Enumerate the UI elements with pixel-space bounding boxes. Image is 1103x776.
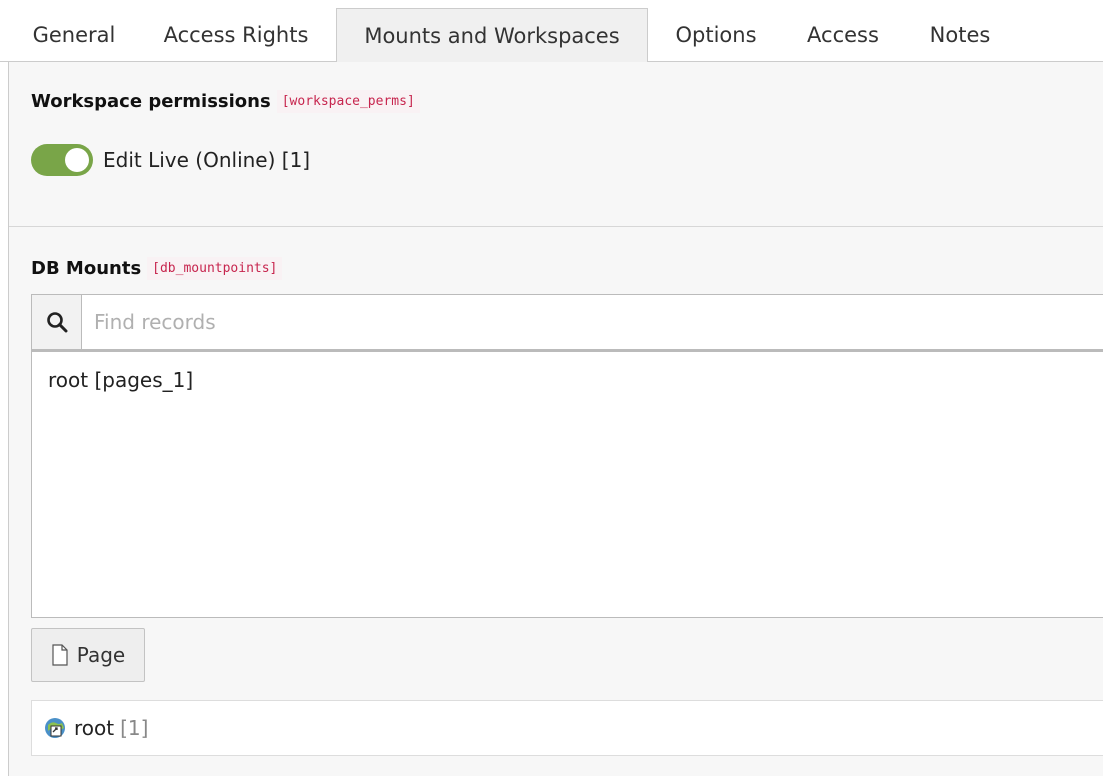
search-button[interactable]: [32, 295, 82, 349]
page-root-icon: [44, 717, 66, 739]
record-uid: [1]: [120, 716, 149, 740]
workspace-permissions-label: Workspace permissions [workspace_perms]: [31, 90, 420, 113]
db-mounts-label: DB Mounts [db_mountpoints]: [31, 257, 283, 280]
edit-live-toggle[interactable]: [31, 144, 93, 176]
db-mountpoints-field-code: [db_mountpoints]: [147, 257, 283, 280]
record-edit-form: General Access Rights Mounts and Workspa…: [0, 0, 1103, 776]
tab-mounts-and-workspaces[interactable]: Mounts and Workspaces: [336, 8, 648, 63]
tab-panel: Workspace permissions [workspace_perms] …: [8, 62, 1103, 776]
selected-mount-item[interactable]: root [pages_1]: [48, 368, 1087, 392]
tab-general[interactable]: General: [10, 8, 138, 62]
edit-live-toggle-row: Edit Live (Online) [1]: [31, 144, 310, 176]
add-page-button[interactable]: Page: [31, 628, 145, 682]
section-divider: [9, 226, 1103, 227]
db-mounts-title: DB Mounts: [31, 258, 142, 279]
tab-access-rights[interactable]: Access Rights: [148, 8, 324, 62]
workspace-perms-field-code: [workspace_perms]: [276, 90, 420, 113]
toggle-knob: [65, 148, 89, 172]
find-records-search: [31, 294, 1103, 350]
tab-options[interactable]: Options: [660, 8, 772, 62]
record-title: root: [74, 716, 115, 740]
selected-mounts-list[interactable]: root [pages_1]: [31, 350, 1103, 618]
find-records-input[interactable]: [82, 295, 1103, 349]
edit-live-label: Edit Live (Online) [1]: [103, 148, 311, 172]
document-icon: [51, 644, 69, 666]
page-button-label: Page: [76, 643, 126, 667]
tab-notes[interactable]: Notes: [912, 8, 1008, 62]
tab-bar: General Access Rights Mounts and Workspa…: [0, 0, 1103, 63]
workspace-permissions-title: Workspace permissions: [31, 91, 271, 112]
search-icon: [46, 312, 67, 333]
tab-access[interactable]: Access: [790, 8, 896, 62]
record-item-root[interactable]: root [1]: [31, 700, 1103, 756]
